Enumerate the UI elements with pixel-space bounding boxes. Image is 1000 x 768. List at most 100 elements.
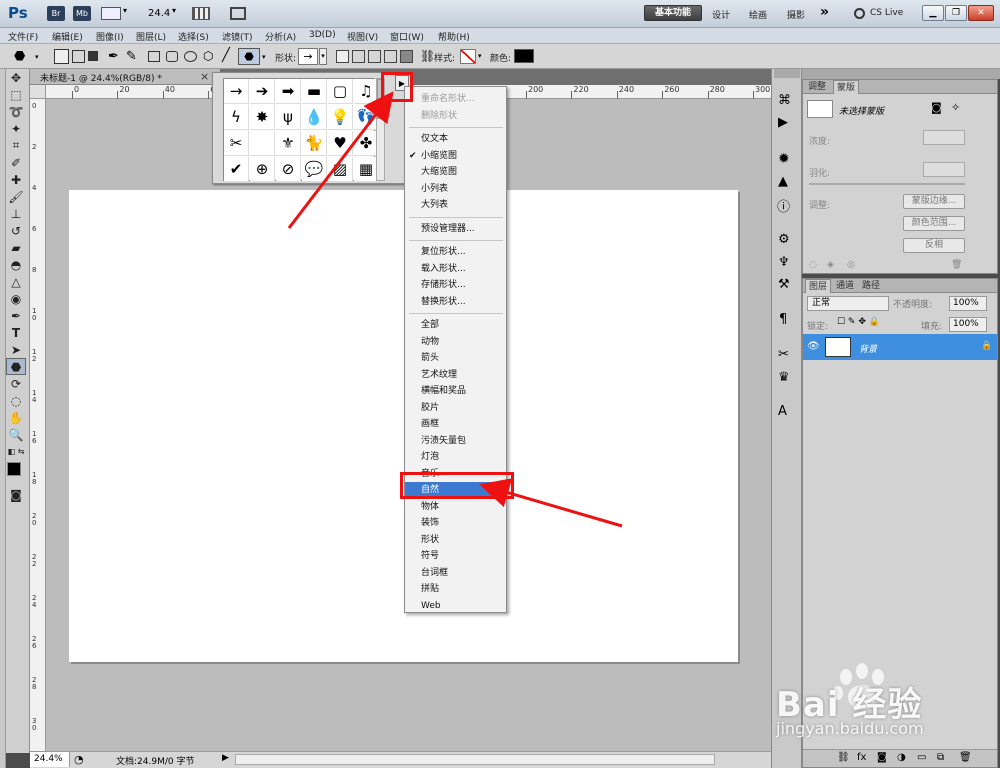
document-tab-close[interactable]: × (200, 70, 209, 83)
blend-mode-select[interactable]: 正常 (807, 296, 889, 311)
menu-item-category-1[interactable]: 动物 (405, 334, 506, 350)
restore-button[interactable]: ❐ (945, 5, 967, 21)
history-icon[interactable]: ⌘ (778, 93, 791, 108)
menu-item-category-12[interactable]: 装饰 (405, 515, 506, 531)
default-colors-icon[interactable]: ◧ ⇆ (6, 443, 26, 460)
exclude-shape-icon[interactable] (400, 50, 413, 63)
shape-layers-button[interactable] (54, 49, 69, 64)
cat-icon[interactable]: 🐈 (302, 131, 327, 156)
horizontal-scrollbar[interactable] (235, 754, 715, 765)
vertical-ruler[interactable]: 0 2 4 6 8 1 0 1 2 1 4 1 6 1 8 2 0 2 2 2 4 2 6 2 8 3 0 (30, 99, 46, 751)
eye-icon[interactable]: 👁 (807, 341, 820, 352)
view-extras-icon[interactable] (101, 7, 121, 20)
clone-source-icon[interactable]: ♆ (778, 255, 790, 270)
layer-name[interactable]: 背景 (859, 342, 877, 355)
more-workspaces-button[interactable]: » (820, 4, 829, 20)
healing-brush-tool-icon[interactable]: ✚ (6, 171, 26, 188)
menu-filter[interactable]: 滤镜(T) (222, 30, 253, 43)
quick-selection-tool-icon[interactable]: ✦ (6, 120, 26, 137)
menu-item-category-13[interactable]: 形状 (405, 532, 506, 548)
menu-item-category-3[interactable]: 艺术纹理 (405, 367, 506, 383)
opacity-input[interactable]: 100% (949, 296, 987, 311)
menu-view[interactable]: 视图(V) (347, 30, 378, 43)
shape-picker-dropdown[interactable]: ▾ (319, 48, 327, 65)
status-menu-arrow[interactable]: ▶ (222, 753, 229, 763)
tool-presets-icon[interactable]: ⚒ (778, 277, 790, 292)
type-tool-icon[interactable]: T (6, 324, 26, 341)
menu-item-category-5[interactable]: 胶片 (405, 400, 506, 416)
pen-tool-icon[interactable]: ✒ (6, 307, 26, 324)
menu-image[interactable]: 图像(I) (96, 30, 124, 43)
heart-icon[interactable]: ♥ (328, 131, 353, 156)
menu-item-preset-manager[interactable]: 预设管理器... (405, 221, 506, 237)
new-layer-icon[interactable]: ⧉ (937, 752, 944, 763)
lightbulb-icon[interactable]: 💡 (328, 105, 353, 130)
custom-shape-tool-icon[interactable]: ⬣ (238, 48, 260, 65)
menu-item-category-4[interactable]: 横幅和奖品 (405, 383, 506, 399)
character-icon[interactable]: A (778, 404, 787, 419)
menu-item-edit-0[interactable]: 重命名形状... (405, 91, 506, 107)
polygon-tool-icon[interactable]: ⬡ (203, 49, 213, 63)
paint-bucket-tool-icon[interactable]: ◓ (6, 256, 26, 273)
marquee-tool-icon[interactable]: ⬚ (6, 86, 26, 103)
workspace-painting[interactable]: 绘画 (749, 8, 767, 21)
bridge-button[interactable]: Br (47, 6, 65, 21)
load-selection-icon[interactable]: ◌ (809, 260, 817, 270)
target-icon[interactable]: ⊕ (250, 157, 275, 182)
blank-icon[interactable] (250, 131, 275, 156)
menu-item-view-0[interactable]: 仅文本 (405, 131, 506, 147)
new-shape-layer-icon[interactable] (336, 50, 349, 63)
cs-live-menu[interactable]: CS Live (870, 8, 903, 18)
lock-icons[interactable]: ☐ ✎ ✥ 🔒 (837, 317, 880, 327)
blur-tool-icon[interactable]: △ (6, 273, 26, 290)
new-group-icon[interactable]: ▭ (917, 752, 926, 763)
paragraph-icon[interactable]: ¶ (779, 312, 787, 327)
add-mask-icon[interactable]: ◙ (877, 752, 887, 763)
menu-edit[interactable]: 编辑(E) (52, 30, 83, 43)
grass-icon[interactable]: ψ (276, 105, 301, 130)
minimize-button[interactable]: ▁ (922, 5, 944, 21)
tab-layers[interactable]: 图层 (805, 279, 832, 293)
history-brush-tool-icon[interactable]: ↺ (6, 222, 26, 239)
menu-item-manage-0[interactable]: 复位形状... (405, 244, 506, 260)
menu-item-category-8[interactable]: 灯泡 (405, 449, 506, 465)
fx-icon[interactable]: fx (857, 752, 866, 763)
menu-analysis[interactable]: 分析(A) (265, 30, 296, 43)
rectangle-tool-icon[interactable] (148, 51, 160, 62)
paths-button[interactable] (72, 50, 85, 63)
document-tab[interactable]: 未标题-1 @ 24.4%(RGB/8) * × (30, 69, 220, 85)
feather-slider[interactable] (809, 183, 965, 185)
scissors-icon[interactable]: ✂ (224, 131, 249, 156)
zoom-level[interactable]: 24.4 (148, 8, 170, 19)
arrow-medium-icon[interactable]: ➔ (250, 79, 275, 104)
actions-icon[interactable]: ▶ (778, 115, 788, 130)
panel-collapse-bar[interactable] (802, 69, 1000, 79)
menu-item-manage-3[interactable]: 替换形状... (405, 294, 506, 310)
foreground-color[interactable] (7, 462, 21, 476)
tab-channels[interactable]: 通道 (833, 279, 857, 293)
menu-item-category-11[interactable]: 物体 (405, 499, 506, 515)
menu-3d[interactable]: 3D(D) (309, 30, 336, 40)
banner-icon[interactable]: ▬ (302, 79, 327, 104)
menu-item-edit-1[interactable]: 删除形状 (405, 108, 506, 124)
fleur-de-lis-icon[interactable]: ⚜ (276, 131, 301, 156)
3d-orbit-tool-icon[interactable]: ◌ (6, 392, 26, 409)
hand-tool-icon[interactable]: ✋ (6, 409, 26, 426)
menu-item-category-2[interactable]: 箭头 (405, 350, 506, 366)
lasso-tool-icon[interactable]: ➰ (6, 103, 26, 120)
apply-mask-icon[interactable]: ◈ (827, 260, 834, 270)
tool-preset-icon[interactable]: ⬣ (14, 49, 25, 64)
menu-window[interactable]: 窗口(W) (390, 30, 424, 43)
screen-mode-icon[interactable] (230, 7, 246, 20)
menu-item-category-7[interactable]: 污渍矢量包 (405, 433, 506, 449)
arrow-bold-icon[interactable]: ➡ (276, 79, 301, 104)
layer-row[interactable]: 👁 背景 🔒 (803, 334, 997, 360)
color-picker[interactable] (6, 460, 29, 486)
fill-pixels-button[interactable] (88, 51, 98, 61)
navigator-icon[interactable]: ✹ (778, 151, 790, 167)
rounded-rectangle-tool-icon[interactable] (166, 51, 178, 62)
histogram-icon[interactable]: ▲ (778, 174, 788, 189)
status-zoom[interactable]: 24.4% (30, 752, 70, 767)
tab-paths[interactable]: 路径 (859, 279, 883, 293)
menu-item-manage-1[interactable]: 载入形状... (405, 261, 506, 277)
